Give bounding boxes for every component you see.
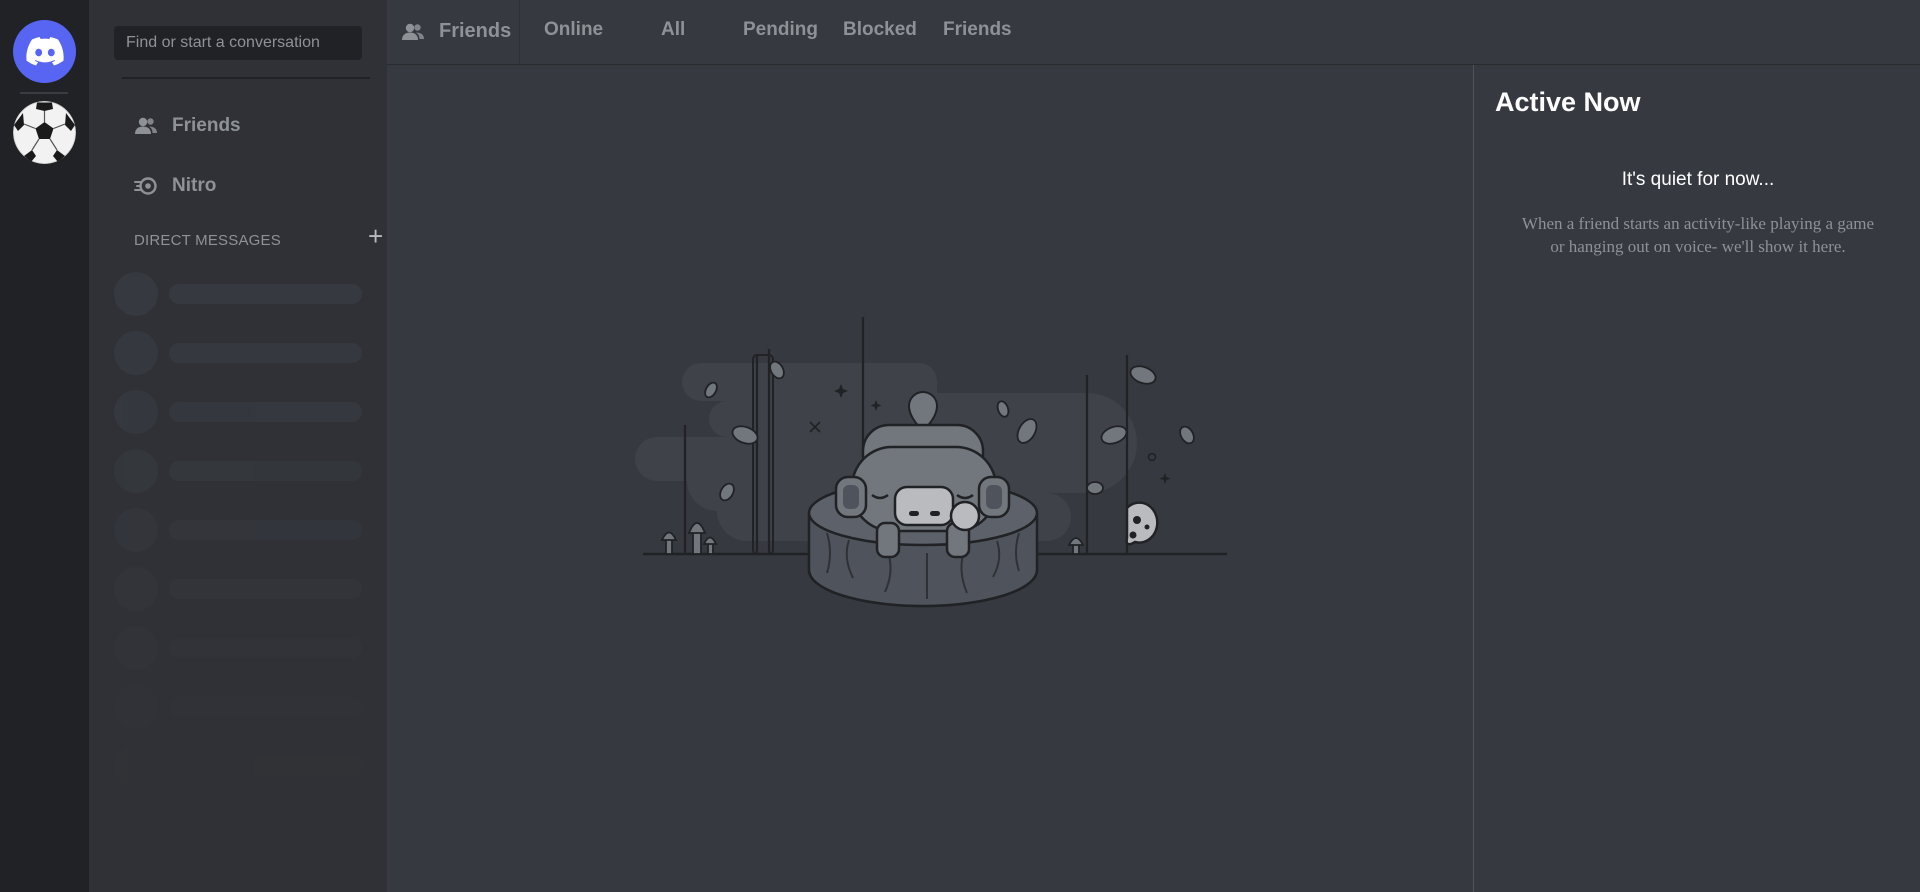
direct-messages-label: DIRECT MESSAGES (134, 231, 281, 249)
create-dm-plus-icon[interactable]: + (368, 223, 383, 249)
tab-pending[interactable]: Pending (743, 19, 818, 41)
header-divider (519, 0, 520, 64)
quiet-description: When a friend starts an activity-like pl… (1521, 214, 1875, 256)
sidebar-item-label: Nitro (172, 175, 217, 196)
friends-list-empty-state (387, 65, 1473, 892)
nitro-icon (134, 177, 157, 195)
sidebar-item-label: Friends (172, 115, 241, 136)
sidebar-item-friends[interactable]: Friends (134, 104, 241, 148)
dm-placeholder (114, 567, 362, 611)
dm-placeholder (114, 626, 362, 670)
friends-header-bar: Friends Online All Pending Blocked Frien… (387, 0, 1920, 65)
home-button[interactable] (13, 20, 76, 83)
guild-separator (20, 92, 68, 94)
active-now-title: Active Now (1495, 87, 1641, 117)
tab-all[interactable]: All (661, 19, 685, 41)
discord-logo-icon (25, 37, 64, 66)
active-now-panel: Active Now It's quiet for now... When a … (1473, 65, 1920, 892)
friends-icon (402, 23, 424, 40)
dm-placeholder (114, 685, 362, 729)
server-icon-soccer[interactable] (13, 101, 76, 164)
soccer-ball-icon (13, 101, 76, 164)
tab-blocked[interactable]: Blocked (843, 19, 917, 41)
dm-placeholder (114, 390, 362, 434)
direct-messages-header: DIRECT MESSAGES + (134, 223, 383, 250)
sleeping-wumpus-illustration (635, 317, 1227, 608)
dm-placeholder (114, 744, 362, 788)
quiet-heading: It's quiet for now... (1621, 169, 1775, 190)
dm-sidebar: Friends Nitro DIRECT MESSAGES + (89, 0, 387, 892)
header-title-label: Friends (439, 20, 512, 42)
divider (122, 77, 370, 79)
dm-placeholder (114, 272, 362, 316)
tab-friends[interactable]: Friends (943, 19, 1012, 41)
search-input[interactable] (114, 26, 362, 60)
sidebar-item-nitro[interactable]: Nitro (134, 164, 216, 208)
dm-placeholder (114, 508, 362, 552)
dm-placeholder (114, 449, 362, 493)
header-title: Friends (401, 20, 511, 43)
tab-online[interactable]: Online (544, 19, 603, 41)
dm-placeholder (114, 331, 362, 375)
friends-icon (135, 117, 157, 134)
guild-bar (0, 0, 89, 892)
